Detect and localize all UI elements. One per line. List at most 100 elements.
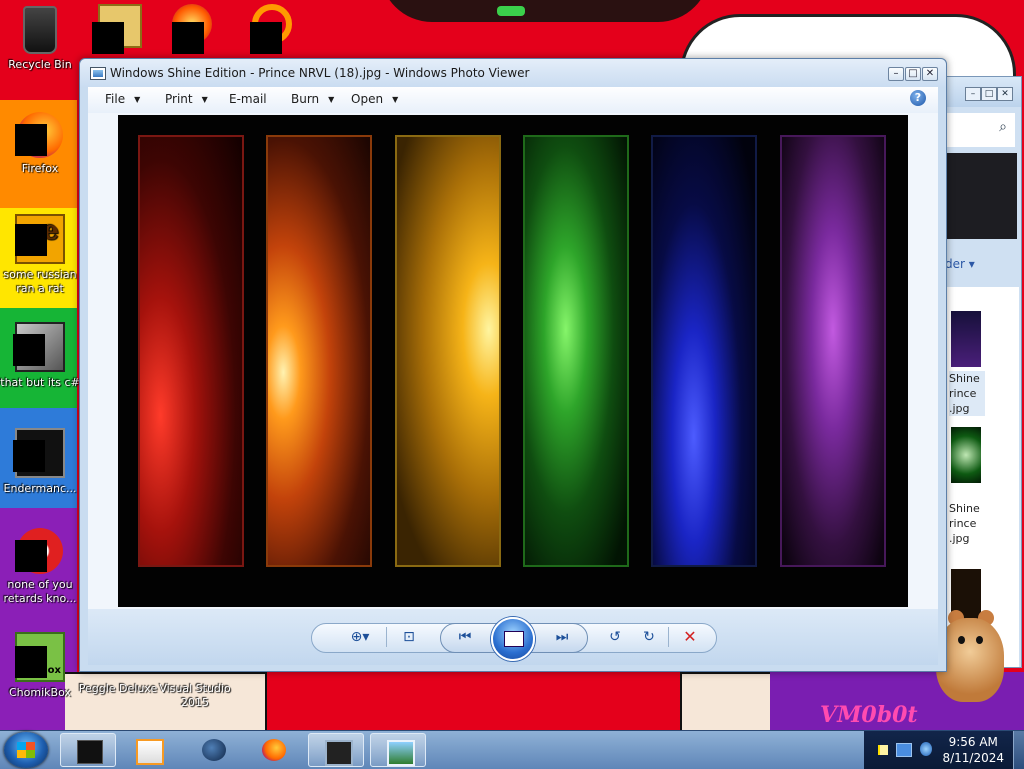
desktop-icon-label: Endermanc... (3, 482, 77, 495)
chevron-down-icon: ▼ (201, 95, 208, 104)
minimize-button[interactable]: – (965, 87, 981, 101)
zoom-icon[interactable]: ⊕▾ (343, 626, 377, 648)
desktop-icon-firefox[interactable]: Firefox (0, 112, 80, 176)
desktop-icon-label: Recycle Bin (8, 58, 72, 71)
clock[interactable]: 9:56 AM 8/11/2024 (942, 734, 1004, 766)
photo-panel-orange (266, 135, 372, 567)
close-button[interactable]: ✕ (997, 87, 1013, 101)
menu-print[interactable]: Print ▼ (165, 92, 208, 106)
wallpaper-vm-tag: VM0b0t (820, 702, 918, 728)
desktop-icon-recycle-bin[interactable]: Recycle Bin (0, 6, 80, 72)
next-icon[interactable]: ⏭ (550, 626, 574, 648)
stacked-windows-icon (13, 322, 65, 372)
taskbar-app-media[interactable] (120, 733, 176, 767)
terminal-icon (13, 428, 65, 478)
redacted-icon (13, 440, 45, 472)
desktop-icon-peggle[interactable]: Peggle Deluxe (78, 682, 158, 696)
redacted-icon (13, 334, 45, 366)
redacted-icon (250, 22, 282, 54)
file-thumbnail[interactable] (951, 311, 981, 367)
photo-panel-red (138, 135, 244, 567)
menu-file[interactable]: File ▼ (105, 92, 140, 106)
slideshow-icon (504, 631, 524, 647)
desktop-icon-label: that but its c# (0, 376, 80, 389)
firefox-icon (15, 112, 63, 158)
hamster-eye (958, 636, 965, 644)
minimize-button[interactable]: – (888, 67, 904, 81)
background-explorer-window[interactable]: – □ ✕ ⌕ der ▾ Shine rince .jpg Shine rin… (940, 76, 1022, 668)
menu-burn[interactable]: Burn ▼ (291, 92, 334, 106)
wallpaper-bottom-shape-right (680, 672, 774, 730)
search-icon: ⌕ (999, 119, 1007, 135)
rotate-clockwise-icon[interactable]: ↻ (637, 626, 661, 648)
chevron-down-icon: ▼ (392, 95, 399, 104)
show-desktop-button[interactable] (1013, 731, 1024, 769)
chevron-down-icon: ▼ (328, 95, 335, 104)
toolbar-separator (668, 627, 669, 647)
file-label: Shine rince .jpg (949, 502, 980, 545)
explorer-preview-pane (947, 153, 1017, 239)
actual-size-icon[interactable]: ⊡ (396, 626, 422, 648)
new-folder-button[interactable]: der ▾ (945, 257, 975, 271)
desktop-icon-endermanch[interactable]: Endermanc... (0, 428, 80, 496)
menu-email[interactable]: E-mail (229, 92, 267, 106)
image-canvas[interactable] (88, 113, 938, 609)
windows-logo-icon (17, 742, 35, 758)
desktop-icon-label: none of you retards kno... (3, 578, 77, 605)
menu-file-label: File (105, 92, 126, 106)
file-thumbnail[interactable] (951, 427, 981, 483)
redacted-icon (15, 124, 47, 156)
redacted-icon (15, 224, 47, 256)
menu-open-label: Open (351, 92, 384, 106)
photo-panel-green (523, 135, 629, 567)
close-button[interactable]: ✕ (922, 67, 938, 81)
taskbar-app-photo-viewer[interactable] (370, 733, 426, 767)
toolbar-separator (386, 627, 387, 647)
slideshow-button[interactable] (491, 617, 535, 661)
taskbar-app-globe[interactable] (186, 733, 242, 767)
photo-viewer-window[interactable]: Windows Shine Edition - Prince NRVL (18)… (79, 58, 947, 672)
black-window-icon (77, 740, 103, 764)
action-center-flag-icon[interactable] (878, 745, 888, 755)
network-icon[interactable] (896, 743, 912, 757)
monitor-icon (325, 740, 353, 766)
desktop-icon-rat[interactable]: e some russian ran a rat (0, 214, 80, 296)
document-icon: e (15, 214, 65, 264)
redacted-icon (172, 22, 204, 54)
menu-bar: File ▼ Print ▼ E-mail Burn ▼ Open ▼ ? (88, 87, 938, 114)
desktop-icon-chomikbox[interactable]: ox ChomikBox (0, 632, 80, 700)
desktop-icon-csharp[interactable]: that but its c# (0, 322, 80, 390)
maximize-button[interactable]: □ (981, 87, 997, 101)
redacted-icon (15, 540, 47, 572)
menu-print-label: Print (165, 92, 193, 106)
desktop-icon-visual-studio[interactable]: Visual Studio 2015 (155, 682, 235, 710)
desktop-icon-label: Visual Studio 2015 (159, 682, 231, 709)
redacted-icon (92, 22, 124, 54)
explorer-search-box[interactable]: ⌕ (945, 113, 1015, 147)
previous-icon[interactable]: ⏮ (453, 626, 477, 648)
displayed-photo (118, 115, 908, 607)
viewer-toolbar: ⊕▾ ⊡ ⏮ ⏭ ↺ ↻ ✕ (88, 609, 938, 665)
hamster-eye (976, 636, 983, 644)
photo-viewer-icon (387, 740, 415, 766)
start-button[interactable] (4, 732, 48, 768)
desktop-icon-none-of-you[interactable]: none of you retards kno... (0, 528, 80, 606)
delete-icon[interactable]: ✕ (678, 626, 702, 648)
firefox-icon (262, 739, 286, 761)
red-circle-icon (15, 528, 63, 574)
photo-viewer-icon (90, 67, 106, 80)
volume-icon[interactable] (920, 742, 932, 756)
globe-icon (202, 739, 226, 761)
maximize-button[interactable]: □ (905, 67, 921, 81)
menu-open[interactable]: Open ▼ (351, 92, 398, 106)
taskbar-app-firefox[interactable] (246, 733, 302, 767)
window-titlebar[interactable]: Windows Shine Edition - Prince NRVL (18)… (80, 59, 946, 87)
photo-panel-purple (780, 135, 886, 567)
recycle-bin-icon (23, 6, 57, 54)
taskbar-app-explorer[interactable] (60, 733, 116, 767)
taskbar-app-monitor[interactable] (308, 733, 364, 767)
media-player-icon (136, 739, 164, 765)
rotate-counterclockwise-icon[interactable]: ↺ (603, 626, 627, 648)
help-icon[interactable]: ? (910, 90, 926, 106)
file-label: Shine rince .jpg (949, 371, 985, 416)
